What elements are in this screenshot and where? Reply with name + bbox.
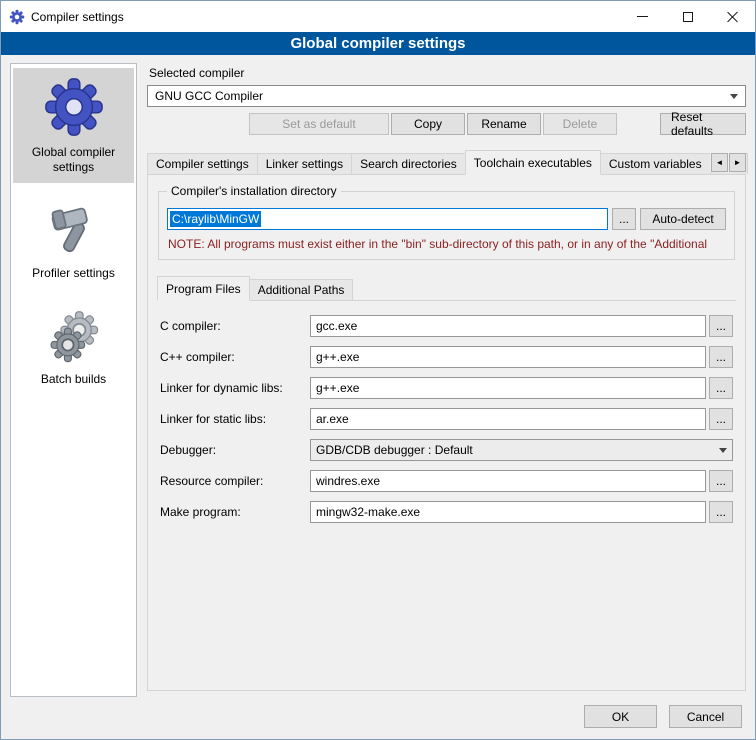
dynamic-linker-browse-button[interactable]: ... (709, 377, 733, 399)
sidebar-item-label: Batch builds (41, 372, 106, 387)
install-dir-input[interactable]: C:\raylib\MinGW (167, 208, 608, 230)
maximize-icon (683, 12, 693, 22)
dialog-footer: OK Cancel (1, 699, 755, 739)
profiler-hammer-icon (46, 203, 102, 259)
tab-scroll-left-button[interactable]: ◄ (711, 153, 728, 172)
tab-compiler-settings[interactable]: Compiler settings (147, 153, 258, 174)
chevron-down-icon (719, 448, 727, 453)
c-compiler-label: C compiler: (160, 319, 310, 333)
resource-compiler-input[interactable]: windres.exe (310, 470, 706, 492)
dynamic-linker-label: Linker for dynamic libs: (160, 381, 310, 395)
static-linker-label: Linker for static libs: (160, 412, 310, 426)
make-program-browse-button[interactable]: ... (709, 501, 733, 523)
toolchain-executables-panel: Compiler's installation directory C:\ray… (147, 174, 746, 691)
debugger-label: Debugger: (160, 443, 310, 457)
tab-additional-paths[interactable]: Additional Paths (249, 279, 354, 300)
blue-gear-icon (43, 76, 105, 138)
program-tabstrip: Program Files Additional Paths (157, 276, 736, 300)
c-compiler-input[interactable]: gcc.exe (310, 315, 706, 337)
installation-directory-group-label: Compiler's installation directory (167, 184, 341, 198)
tab-scroll-right-button[interactable]: ► (729, 153, 746, 172)
sidebar-item-profiler-settings[interactable]: Profiler settings (13, 195, 134, 289)
reset-defaults-button[interactable]: Reset defaults (660, 113, 746, 135)
gray-gears-icon (46, 309, 102, 365)
window-title: Compiler settings (31, 10, 124, 24)
main-panel: Selected compiler GNU GCC Compiler Set a… (147, 63, 746, 697)
static-linker-browse-button[interactable]: ... (709, 408, 733, 430)
compiler-buttons-row: Set as default Copy Rename Delete Reset … (147, 113, 746, 135)
field-row: Resource compiler: windres.exe ... (160, 470, 733, 492)
sidebar-item-label: Profiler settings (32, 266, 115, 281)
selected-compiler-label: Selected compiler (149, 66, 746, 80)
cpp-compiler-browse-button[interactable]: ... (709, 346, 733, 368)
field-row: Make program: mingw32-make.exe ... (160, 501, 733, 523)
install-dir-note: NOTE: All programs must exist either in … (168, 237, 725, 251)
program-files-page: C compiler: gcc.exe ... C++ compiler: g+… (157, 300, 736, 682)
sidebar: Global compiler settings Profiler settin… (10, 63, 137, 697)
cpp-compiler-input[interactable]: g++.exe (310, 346, 706, 368)
compiler-select[interactable]: GNU GCC Compiler (147, 85, 746, 107)
static-linker-input[interactable]: ar.exe (310, 408, 706, 430)
install-dir-value: C:\raylib\MinGW (170, 211, 261, 227)
chevron-down-icon (730, 94, 738, 99)
set-as-default-button: Set as default (249, 113, 389, 135)
window-controls (620, 1, 755, 32)
tab-program-files[interactable]: Program Files (157, 276, 250, 301)
make-program-label: Make program: (160, 505, 310, 519)
sidebar-item-label: Global compiler settings (15, 145, 132, 175)
ok-button[interactable]: OK (584, 705, 657, 728)
maximize-button[interactable] (665, 1, 710, 32)
tab-toolchain-executables[interactable]: Toolchain executables (465, 150, 601, 175)
resource-compiler-browse-button[interactable]: ... (709, 470, 733, 492)
field-row: Linker for static libs: ar.exe ... (160, 408, 733, 430)
minimize-icon (637, 16, 648, 17)
dialog-content: Global compiler settings Profiler settin… (1, 55, 755, 699)
dialog-header-title: Global compiler settings (1, 32, 755, 55)
auto-detect-button[interactable]: Auto-detect (640, 208, 726, 230)
cancel-button[interactable]: Cancel (669, 705, 742, 728)
field-row: C++ compiler: g++.exe ... (160, 346, 733, 368)
copy-button[interactable]: Copy (391, 113, 465, 135)
compiler-select-value: GNU GCC Compiler (155, 89, 724, 103)
rename-button[interactable]: Rename (467, 113, 541, 135)
sidebar-item-global-compiler-settings[interactable]: Global compiler settings (13, 68, 134, 183)
tab-scrollers: ◄ ► (710, 153, 746, 172)
dynamic-linker-input[interactable]: g++.exe (310, 377, 706, 399)
sidebar-item-batch-builds[interactable]: Batch builds (13, 301, 134, 395)
cpp-compiler-label: C++ compiler: (160, 350, 310, 364)
close-icon (727, 11, 739, 23)
field-row: C compiler: gcc.exe ... (160, 315, 733, 337)
resource-compiler-label: Resource compiler: (160, 474, 310, 488)
app-icon (9, 9, 25, 25)
debugger-select[interactable]: GDB/CDB debugger : Default (310, 439, 733, 461)
delete-button: Delete (543, 113, 617, 135)
installation-directory-groupbox: Compiler's installation directory C:\ray… (158, 191, 735, 260)
titlebar: Compiler settings (1, 1, 755, 32)
field-row: Debugger: GDB/CDB debugger : Default (160, 439, 733, 461)
close-button[interactable] (710, 1, 755, 32)
settings-tabstrip: Compiler settings Linker settings Search… (147, 149, 746, 174)
field-row: Linker for dynamic libs: g++.exe ... (160, 377, 733, 399)
c-compiler-browse-button[interactable]: ... (709, 315, 733, 337)
debugger-select-value: GDB/CDB debugger : Default (316, 443, 713, 457)
installation-directory-row: C:\raylib\MinGW ... Auto-detect (167, 208, 726, 230)
minimize-button[interactable] (620, 1, 665, 32)
install-dir-browse-button[interactable]: ... (612, 208, 636, 230)
tab-custom-variables[interactable]: Custom variables (600, 153, 711, 174)
tab-linker-settings[interactable]: Linker settings (257, 153, 352, 174)
make-program-input[interactable]: mingw32-make.exe (310, 501, 706, 523)
tab-search-directories[interactable]: Search directories (351, 153, 466, 174)
